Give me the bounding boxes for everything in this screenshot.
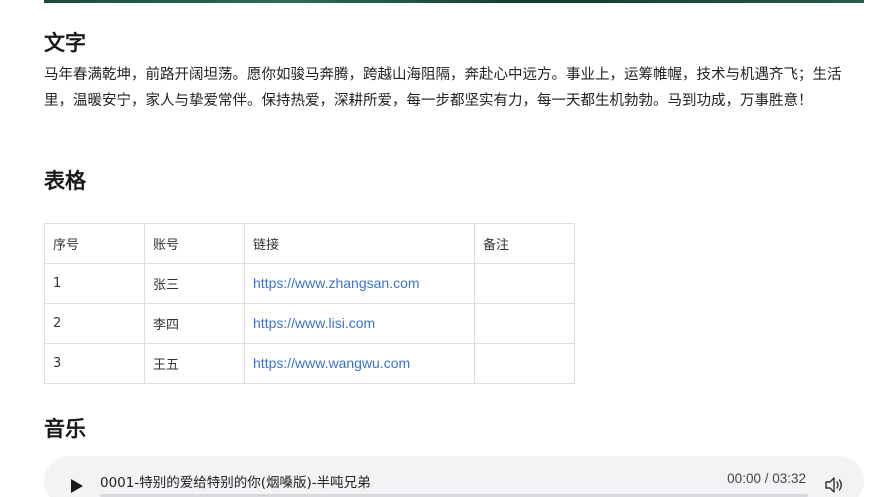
column-header-note: 备注	[474, 223, 575, 264]
account-link[interactable]: https://www.zhangsan.com	[253, 275, 420, 291]
music-section: 音乐	[44, 413, 864, 443]
page: 文字 马年春满乾坤，前路开阔坦荡。愿你如骏马奔腾，跨越山海阻隔，奔赴心中远方。事…	[0, 0, 877, 497]
cell-account: 张三	[144, 263, 245, 304]
audio-player: 0001-特别的爱给特别的你(烟嗓版)-半吨兄弟 00:00 / 03:32	[44, 456, 864, 497]
cell-note	[474, 303, 575, 344]
track-title: 0001-特别的爱给特别的你(烟嗓版)-半吨兄弟	[100, 475, 371, 491]
volume-button[interactable]	[824, 475, 844, 495]
table-section-heading: 表格	[44, 169, 86, 193]
column-header-account: 账号	[144, 223, 245, 264]
accounts-table: 序号 账号 链接 备注 1 张三 https://www.zhangsan.co…	[44, 223, 575, 384]
play-icon	[71, 479, 83, 493]
cell-link: https://www.wangwu.com	[244, 343, 475, 384]
cell-index: 3	[44, 343, 145, 384]
play-button[interactable]	[66, 476, 86, 496]
text-section: 文字	[44, 27, 864, 57]
cell-index: 1	[44, 263, 145, 304]
volume-icon	[825, 477, 842, 493]
table-row: 3 王五 https://www.wangwu.com	[44, 343, 575, 384]
table-row: 2 李四 https://www.lisi.com	[44, 303, 575, 344]
cell-link: https://www.lisi.com	[244, 303, 475, 344]
text-section-heading: 文字	[44, 31, 86, 55]
banner-image-edge	[44, 0, 864, 3]
account-link[interactable]: https://www.lisi.com	[253, 315, 375, 331]
cell-account: 李四	[144, 303, 245, 344]
time-display: 00:00 / 03:32	[727, 471, 806, 486]
table-header-row: 序号 账号 链接 备注	[44, 223, 575, 264]
account-link[interactable]: https://www.wangwu.com	[253, 355, 410, 371]
music-section-heading: 音乐	[44, 417, 86, 441]
table-section: 表格	[44, 165, 864, 195]
cell-index: 2	[44, 303, 145, 344]
cell-note	[474, 343, 575, 384]
column-header-index: 序号	[44, 223, 145, 264]
cell-link: https://www.zhangsan.com	[244, 263, 475, 304]
column-header-link: 链接	[244, 223, 475, 264]
greeting-paragraph: 马年春满乾坤，前路开阔坦荡。愿你如骏马奔腾，跨越山海阻隔，奔赴心中远方。事业上，…	[44, 67, 842, 109]
cell-account: 王五	[144, 343, 245, 384]
table-row: 1 张三 https://www.zhangsan.com	[44, 263, 575, 304]
cell-note	[474, 263, 575, 304]
